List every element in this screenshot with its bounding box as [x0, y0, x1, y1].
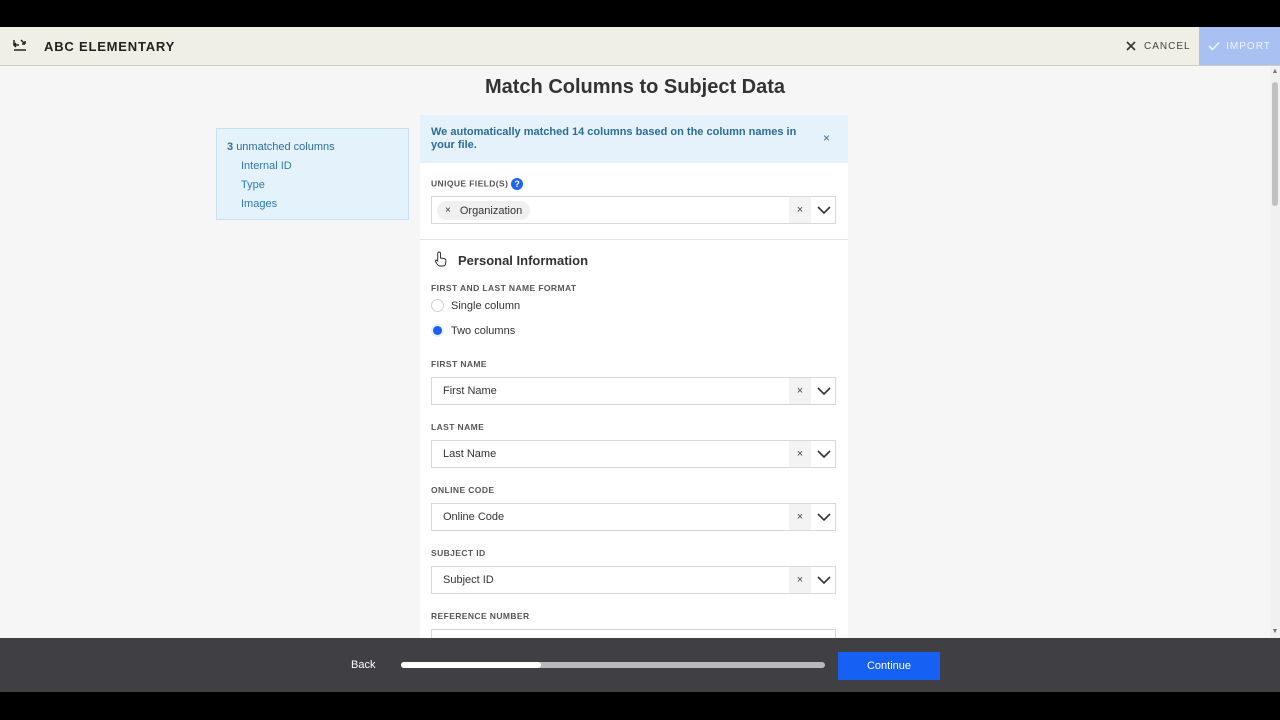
page-title: Match Columns to Subject Data	[484, 76, 786, 98]
last-name-label: LAST NAME	[431, 422, 485, 432]
unmatched-count: 3	[227, 141, 234, 153]
radio-button[interactable]	[431, 324, 444, 337]
online-code-select[interactable]: Online Code ×	[431, 503, 836, 531]
radio-button[interactable]	[431, 299, 444, 312]
scroll-up-icon[interactable]: ▲	[1271, 68, 1279, 76]
reference-number-label: REFERENCE NUMBER	[431, 611, 530, 621]
unmatched-header: 3 unmatched columns	[227, 141, 398, 153]
chevron-down-icon[interactable]	[817, 449, 831, 459]
radio-label: Two columns	[451, 324, 516, 337]
import-icon	[12, 39, 26, 51]
app-title: ABC ELEMENTARY	[44, 39, 176, 54]
unmatched-columns-panel: 3 unmatched columns Internal ID Type Ima…	[216, 128, 409, 220]
unique-fields-label: UNIQUE FIELD(S)?	[431, 178, 524, 190]
footer-bar: Back Continue	[0, 638, 1280, 692]
banner-close-button[interactable]: ×	[823, 132, 830, 145]
first-name-select[interactable]: First Name ×	[431, 377, 836, 405]
last-name-select[interactable]: Last Name ×	[431, 440, 836, 468]
progress-bar	[401, 662, 825, 668]
import-button[interactable]: IMPORT	[1199, 27, 1280, 65]
clear-button[interactable]: ×	[789, 378, 811, 404]
cancel-button[interactable]: CANCEL	[1126, 27, 1191, 65]
clear-button[interactable]: ×	[789, 504, 811, 530]
chevron-down-icon[interactable]	[817, 575, 831, 585]
section-divider	[420, 239, 848, 240]
chevron-down-icon[interactable]	[817, 512, 831, 522]
radio-two-columns[interactable]: Two columns	[431, 324, 515, 337]
check-icon	[1208, 41, 1220, 51]
unmatched-item[interactable]: Type	[227, 179, 398, 191]
clear-button[interactable]: ×	[789, 441, 811, 467]
name-format-label: FIRST AND LAST NAME FORMAT	[431, 283, 577, 293]
import-label: IMPORT	[1226, 40, 1271, 52]
back-button[interactable]: Back	[351, 659, 375, 671]
subject-id-select[interactable]: Subject ID ×	[431, 566, 836, 594]
scrollbar[interactable]: ▲ ▼	[1270, 66, 1280, 638]
auto-match-message: We automatically matched 14 columns base…	[431, 126, 797, 151]
auto-match-banner: We automatically matched 14 columns base…	[420, 115, 848, 163]
first-name-label: FIRST NAME	[431, 359, 487, 369]
chevron-down-icon[interactable]	[817, 205, 831, 215]
reference-number-select[interactable]	[431, 629, 836, 638]
select-value: Subject ID	[443, 574, 494, 586]
section-title: Personal Information	[458, 253, 589, 268]
online-code-label: ONLINE CODE	[431, 485, 495, 495]
unique-fields-select[interactable]: × Organization ×	[431, 196, 836, 224]
chip-label: Organization	[459, 204, 523, 217]
radio-label: Single column	[451, 299, 521, 312]
progress-fill	[401, 662, 541, 668]
main-content: Match Columns to Subject Data 3 unmatche…	[0, 66, 1270, 638]
clear-button[interactable]: ×	[789, 197, 811, 223]
cancel-label: CANCEL	[1144, 40, 1191, 52]
scrollbar-thumb[interactable]	[1272, 82, 1278, 206]
close-icon	[1126, 41, 1136, 51]
top-bar: ABC ELEMENTARY CANCEL IMPORT	[0, 27, 1280, 66]
hand-cursor-icon	[434, 251, 447, 267]
continue-button[interactable]: Continue	[838, 652, 940, 680]
unmatched-label: unmatched columns	[236, 141, 335, 153]
chip-remove-button[interactable]: ×	[445, 205, 451, 216]
scroll-down-icon[interactable]: ▼	[1271, 628, 1279, 636]
organization-chip: × Organization	[437, 201, 531, 220]
subject-id-label: SUBJECT ID	[431, 548, 486, 558]
unmatched-item[interactable]: Images	[227, 198, 398, 210]
select-value: First Name	[443, 385, 497, 397]
radio-single-column[interactable]: Single column	[431, 299, 520, 312]
clear-button[interactable]: ×	[789, 567, 811, 593]
select-value: Last Name	[443, 448, 497, 460]
help-icon[interactable]: ?	[511, 178, 524, 190]
unmatched-item[interactable]: Internal ID	[227, 160, 398, 172]
chevron-down-icon[interactable]	[817, 386, 831, 396]
mapping-panel: We automatically matched 14 columns base…	[420, 115, 848, 638]
select-value: Online Code	[443, 511, 505, 523]
